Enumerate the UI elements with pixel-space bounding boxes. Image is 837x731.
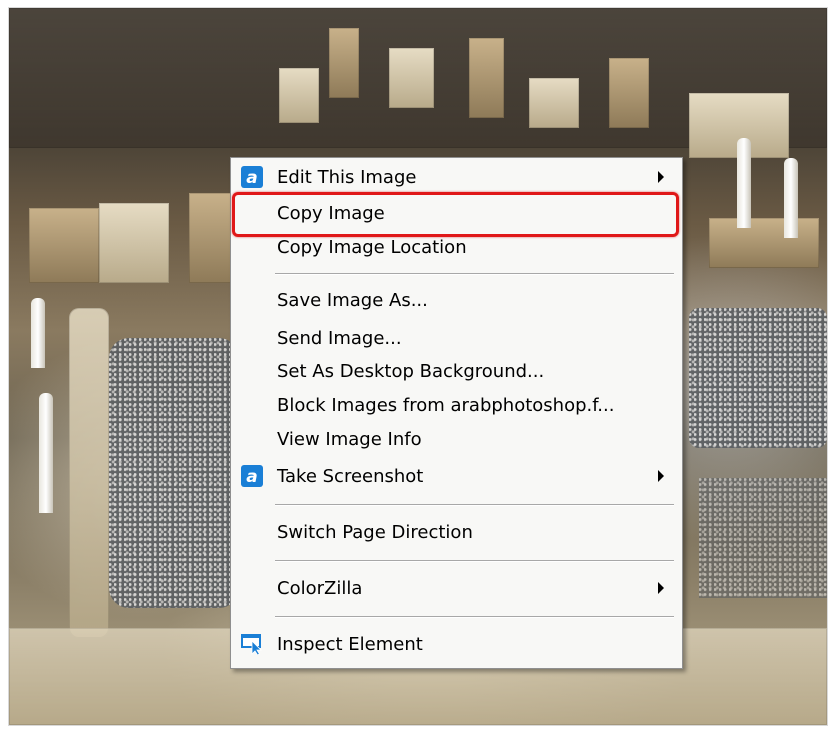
menu-item-label: Switch Page Direction <box>277 521 473 543</box>
copy-image-highlight <box>232 192 679 237</box>
menu-item-label: Inspect Element <box>277 633 423 655</box>
menu-item-view-image-info[interactable]: View Image Info <box>233 424 680 454</box>
menu-item-inspect-element[interactable]: Inspect Element <box>233 629 680 659</box>
menu-item-label: Block Images from arabphotoshop.f... <box>277 394 615 416</box>
menu-item-label: Take Screenshot <box>277 465 424 487</box>
submenu-arrow-icon <box>658 582 664 594</box>
menu-item-save-image-as[interactable]: Save Image As... <box>233 285 680 315</box>
menu-item-label: Edit This Image <box>277 166 417 188</box>
menu-item-label: Set As Desktop Background... <box>277 360 545 382</box>
aviary-icon: a <box>241 166 263 188</box>
menu-item-label: Copy Image Location <box>277 236 467 258</box>
aviary-icon: a <box>241 465 263 487</box>
svg-text:a: a <box>246 467 257 487</box>
menu-item-label: View Image Info <box>277 428 422 450</box>
menu-item-block-images[interactable]: Block Images from arabphotoshop.f... <box>233 390 680 420</box>
inspect-icon <box>241 633 263 656</box>
menu-separator <box>275 273 674 275</box>
menu-separator <box>275 560 674 562</box>
submenu-arrow-icon <box>658 171 664 183</box>
menu-item-set-as-desktop-background[interactable]: Set As Desktop Background... <box>233 356 680 386</box>
menu-separator <box>275 504 674 506</box>
menu-item-edit-this-image[interactable]: a Edit This Image <box>233 162 680 192</box>
submenu-arrow-icon <box>658 470 664 482</box>
svg-text:a: a <box>246 168 257 188</box>
menu-item-take-screenshot[interactable]: a Take Screenshot <box>233 461 680 491</box>
menu-item-switch-page-direction[interactable]: Switch Page Direction <box>233 517 680 547</box>
menu-item-label: ColorZilla <box>277 577 363 599</box>
menu-item-send-image[interactable]: Send Image... <box>233 323 680 353</box>
menu-item-label: Send Image... <box>277 327 402 349</box>
menu-item-colorzilla[interactable]: ColorZilla <box>233 573 680 603</box>
menu-item-label: Save Image As... <box>277 289 428 311</box>
menu-separator <box>275 616 674 618</box>
